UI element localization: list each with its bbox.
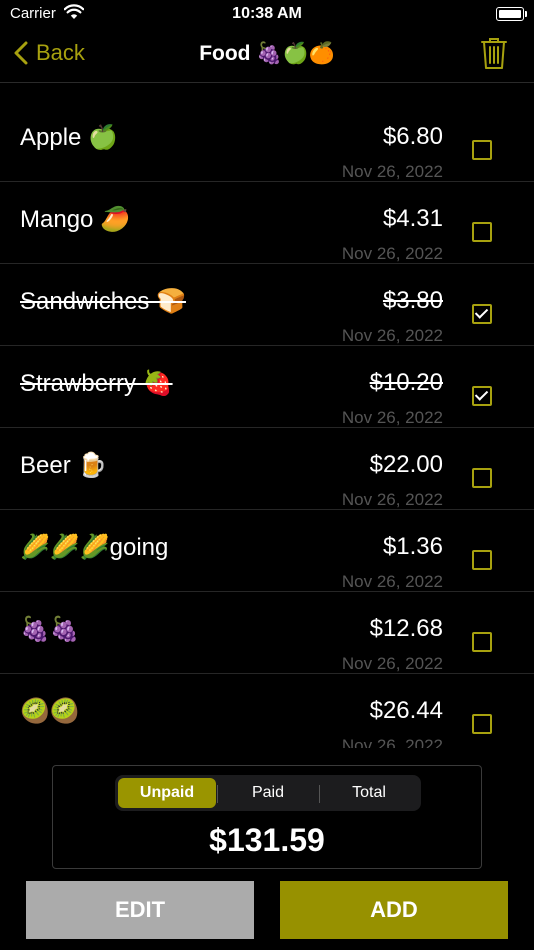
item-amount: $4.31 bbox=[382, 205, 443, 232]
segment-divider bbox=[217, 785, 218, 803]
paid-checkbox[interactable] bbox=[472, 632, 492, 652]
item-name: 🍇🍇 bbox=[20, 616, 80, 643]
trash-icon bbox=[481, 38, 507, 69]
status-time: 10:38 AM bbox=[232, 5, 302, 22]
item-name: Beer 🍺 bbox=[20, 452, 108, 479]
summary-total-amount: $131.59 bbox=[209, 822, 325, 858]
list-item[interactable]: Beer 🍺 $22.00 Nov 26, 2022 bbox=[0, 428, 534, 510]
item-date: Nov 26, 2022 bbox=[341, 736, 443, 748]
list-item[interactable]: Sandwiches 🍞 $3.80 Nov 26, 2022 bbox=[0, 264, 534, 346]
paid-checkbox[interactable] bbox=[472, 386, 492, 406]
item-name: Mango 🥭 bbox=[20, 206, 130, 233]
list-item[interactable]: 🌽🌽🌽going $1.36 Nov 26, 2022 bbox=[0, 510, 534, 592]
expense-list[interactable]: Apple 🍏 $6.80 Nov 26, 2022 Mango 🥭 $4.31… bbox=[0, 100, 534, 748]
add-button[interactable]: ADD bbox=[280, 881, 508, 939]
item-amount: $6.80 bbox=[382, 123, 443, 150]
item-amount: $3.80 bbox=[382, 287, 443, 314]
item-name: Strawberry 🍓 bbox=[20, 370, 173, 397]
edit-button[interactable]: EDIT bbox=[26, 881, 254, 939]
item-date: Nov 26, 2022 bbox=[341, 408, 443, 427]
list-item[interactable]: Apple 🍏 $6.80 Nov 26, 2022 bbox=[0, 100, 534, 182]
list-item[interactable]: 🥝🥝 $26.44 Nov 26, 2022 bbox=[0, 674, 534, 748]
paid-checkbox[interactable] bbox=[472, 140, 492, 160]
paid-checkbox[interactable] bbox=[472, 222, 492, 242]
item-date: Nov 26, 2022 bbox=[341, 572, 443, 591]
item-name: 🌽🌽🌽going bbox=[20, 534, 169, 561]
paid-checkbox[interactable] bbox=[472, 468, 492, 488]
item-date: Nov 26, 2022 bbox=[341, 654, 443, 673]
navigation-bar: Back Food 🍇🍏🍊 bbox=[0, 28, 534, 83]
item-date: Nov 26, 2022 bbox=[341, 162, 443, 181]
list-item[interactable]: 🍇🍇 $12.68 Nov 26, 2022 bbox=[0, 592, 534, 674]
item-date: Nov 26, 2022 bbox=[341, 490, 443, 509]
item-date: Nov 26, 2022 bbox=[341, 244, 443, 263]
list-item[interactable]: Strawberry 🍓 $10.20 Nov 26, 2022 bbox=[0, 346, 534, 428]
segment-total[interactable]: Total bbox=[320, 778, 418, 808]
segment-unpaid[interactable]: Unpaid bbox=[118, 778, 216, 808]
status-bar: Carrier 10:38 AM bbox=[0, 0, 534, 28]
segment-paid[interactable]: Paid bbox=[219, 778, 317, 808]
item-amount: $1.36 bbox=[382, 533, 443, 560]
paid-checkbox[interactable] bbox=[472, 304, 492, 324]
item-date: Nov 26, 2022 bbox=[341, 326, 443, 345]
item-name: 🥝🥝 bbox=[20, 698, 80, 725]
summary-panel: Unpaid Paid Total $131.59 bbox=[52, 765, 482, 869]
filter-segmented-control: Unpaid Paid Total bbox=[115, 775, 421, 811]
item-amount: $22.00 bbox=[369, 451, 443, 478]
paid-checkbox[interactable] bbox=[472, 550, 492, 570]
item-name: Apple 🍏 bbox=[20, 124, 118, 151]
battery-icon bbox=[496, 7, 527, 21]
list-item[interactable]: Mango 🥭 $4.31 Nov 26, 2022 bbox=[0, 182, 534, 264]
item-name: Sandwiches 🍞 bbox=[20, 288, 186, 315]
delete-button[interactable] bbox=[480, 36, 508, 75]
item-amount: $26.44 bbox=[369, 697, 443, 724]
item-amount: $12.68 bbox=[369, 615, 443, 642]
page-title: Food 🍇🍏🍊 bbox=[199, 42, 335, 65]
paid-checkbox[interactable] bbox=[472, 714, 492, 734]
item-amount: $10.20 bbox=[369, 369, 443, 396]
